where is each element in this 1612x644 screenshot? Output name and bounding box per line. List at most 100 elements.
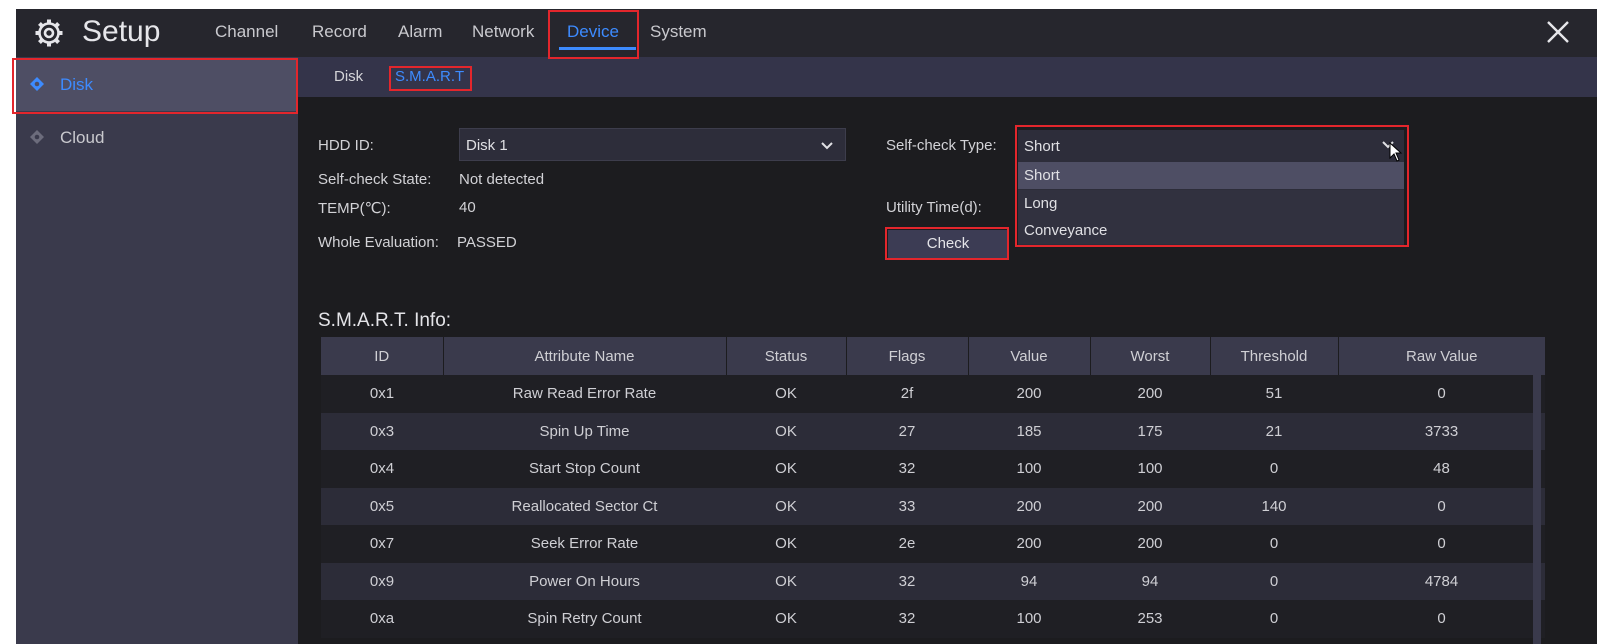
- smart-info-title: S.M.A.R.T. Info:: [318, 310, 452, 331]
- table-cell: 2e: [846, 525, 968, 563]
- table-row: 0x7 Seek Error Rate OK 2e 200 200 0 0: [321, 525, 1545, 563]
- table-cell: 3733: [1338, 412, 1545, 450]
- check-button[interactable]: Check: [888, 230, 1008, 258]
- table-cell: 0: [1210, 525, 1338, 563]
- table-cell: OK: [726, 450, 846, 488]
- chevron-down-icon: [821, 142, 833, 150]
- self-check-type-select[interactable]: Short: [1018, 130, 1404, 160]
- self-check-type-dropdown[interactable]: Short Short Long Conveyance: [1018, 130, 1404, 245]
- tab-device[interactable]: Device: [567, 22, 619, 42]
- table-row: 0x4 Start Stop Count OK 32 100 100 0 48: [321, 450, 1545, 488]
- table-cell: OK: [726, 375, 846, 413]
- table-header-row: ID Attribute Name Status Flags Value Wor…: [321, 337, 1545, 375]
- column-header: Flags: [846, 337, 969, 375]
- table-scrollbar[interactable]: [1533, 375, 1541, 644]
- self-check-type-value: Short: [1024, 138, 1060, 155]
- table-cell: Start Stop Count: [443, 450, 726, 488]
- self-check-state-value: Not detected: [459, 171, 545, 188]
- table-cell: 185: [968, 412, 1090, 450]
- table-cell: Spin Up Time: [443, 412, 726, 450]
- table-cell: 0x9: [321, 562, 443, 600]
- tab-alarm[interactable]: Alarm: [398, 22, 442, 42]
- table-cell: 0: [1338, 487, 1545, 525]
- table-cell: 51: [1210, 375, 1338, 413]
- column-header: Status: [726, 337, 847, 375]
- table-cell: 0x3: [321, 412, 443, 450]
- table-cell: 200: [968, 375, 1090, 413]
- table-row: 0xa Spin Retry Count OK 32 100 253 0 0: [321, 600, 1545, 638]
- table-cell: 200: [968, 487, 1090, 525]
- subtab-bar: Disk S.M.A.R.T: [298, 57, 1597, 97]
- sidebar-item-label: Disk: [60, 75, 94, 94]
- option-conveyance[interactable]: Conveyance: [1018, 217, 1404, 244]
- table-cell: Reallocated Sector Ct: [443, 487, 726, 525]
- sidebar-item-label: Cloud: [60, 128, 105, 147]
- temp-value: 40: [459, 199, 476, 216]
- utility-time-label: Utility Time(d):: [886, 199, 982, 216]
- hdd-id-value: Disk 1: [466, 137, 508, 154]
- table-row: 0x9 Power On Hours OK 32 94 94 0 4784: [321, 562, 1545, 600]
- table-cell: Raw Read Error Rate: [443, 375, 726, 413]
- table-cell: 0: [1338, 525, 1545, 563]
- self-check-state-label: Self-check State:: [318, 171, 432, 188]
- top-bar: Setup Channel Record Alarm Network Devic…: [16, 9, 1597, 57]
- table-cell: 0x7: [321, 525, 443, 563]
- table-cell: 21: [1210, 412, 1338, 450]
- setup-window: Setup Channel Record Alarm Network Devic…: [16, 9, 1597, 644]
- app-title: Setup: [82, 15, 161, 48]
- table-cell: 0x5: [321, 487, 443, 525]
- table-cell: 0: [1210, 600, 1338, 638]
- table-cell: 32: [846, 562, 968, 600]
- smart-table: ID Attribute Name Status Flags Value Wor…: [321, 337, 1545, 638]
- table-cell: OK: [726, 562, 846, 600]
- self-check-type-label: Self-check Type:: [886, 137, 997, 154]
- table-cell: Seek Error Rate: [443, 525, 726, 563]
- option-short[interactable]: Short: [1018, 162, 1404, 189]
- column-header: ID: [321, 337, 444, 375]
- table-cell: 100: [968, 600, 1090, 638]
- table-cell: 200: [1090, 375, 1210, 413]
- tab-record[interactable]: Record: [312, 22, 367, 42]
- gear-icon: [35, 19, 63, 47]
- table-cell: 27: [846, 412, 968, 450]
- table-cell: 0: [1210, 562, 1338, 600]
- tab-channel[interactable]: Channel: [215, 22, 278, 42]
- cloud-icon: [30, 130, 44, 144]
- table-cell: 200: [1090, 525, 1210, 563]
- table-cell: OK: [726, 487, 846, 525]
- hdd-id-select[interactable]: Disk 1: [459, 128, 846, 161]
- table-cell: Power On Hours: [443, 562, 726, 600]
- table-cell: 32: [846, 600, 968, 638]
- hdd-id-label: HDD ID:: [318, 137, 374, 154]
- column-header: Threshold: [1210, 337, 1339, 375]
- sidebar-item-disk[interactable]: Disk: [16, 59, 298, 111]
- close-icon[interactable]: [1543, 17, 1573, 47]
- tab-system[interactable]: System: [650, 22, 707, 42]
- temp-label: TEMP(℃):: [318, 200, 391, 217]
- table-cell: 253: [1090, 600, 1210, 638]
- option-long[interactable]: Long: [1018, 190, 1404, 217]
- table-cell: 200: [968, 525, 1090, 563]
- table-cell: 33: [846, 487, 968, 525]
- column-header: Raw Value: [1338, 337, 1545, 375]
- column-header: Attribute Name: [443, 337, 727, 375]
- table-cell: OK: [726, 412, 846, 450]
- table-cell: 0xa: [321, 600, 443, 638]
- table-cell: 140: [1210, 487, 1338, 525]
- table-cell: 94: [968, 562, 1090, 600]
- subtab-smart[interactable]: S.M.A.R.T: [395, 68, 464, 85]
- active-tab-underline: [559, 47, 636, 50]
- table-cell: 32: [846, 450, 968, 488]
- table-row: 0x1 Raw Read Error Rate OK 2f 200 200 51…: [321, 375, 1545, 413]
- column-header: Value: [968, 337, 1091, 375]
- table-row: 0x3 Spin Up Time OK 27 185 175 21 3733: [321, 412, 1545, 450]
- table-cell: OK: [726, 525, 846, 563]
- table-cell: 48: [1338, 450, 1545, 488]
- sidebar-item-cloud[interactable]: Cloud: [16, 112, 298, 164]
- table-row: 0x5 Reallocated Sector Ct OK 33 200 200 …: [321, 487, 1545, 525]
- whole-evaluation-value: PASSED: [457, 234, 517, 251]
- sidebar: Disk Cloud: [16, 57, 298, 644]
- subtab-disk[interactable]: Disk: [334, 68, 363, 85]
- tab-network[interactable]: Network: [472, 22, 534, 42]
- table-cell: 94: [1090, 562, 1210, 600]
